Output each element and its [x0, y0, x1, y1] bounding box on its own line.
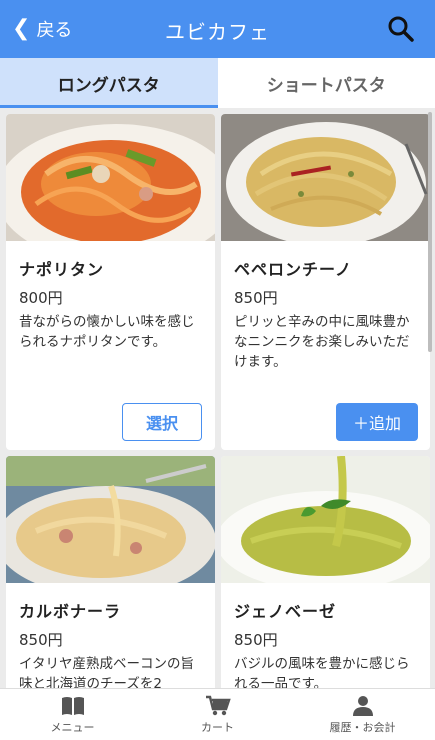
nav-menu[interactable]: メニュー — [0, 689, 145, 740]
top-bar: ❮ 戻る ユビカフェ — [0, 0, 435, 58]
nav-history-checkout[interactable]: 履歴・お会計 — [290, 689, 435, 740]
nav-cart[interactable]: カート — [145, 689, 290, 740]
product-price: 850円 — [234, 289, 278, 307]
page-title: ユビカフェ — [165, 20, 270, 44]
book-icon — [61, 697, 84, 715]
carbonara-photo — [6, 456, 215, 583]
product-price: 800円 — [19, 289, 63, 307]
product-card-carbonara[interactable]: カルボナーラ 850円 イタリヤ産熟成ベーコンの旨味と北海道のチーズを2 — [6, 456, 215, 688]
genovese-photo — [221, 456, 430, 583]
product-name: ナポリタン — [19, 260, 105, 279]
napolitan-photo — [6, 114, 215, 241]
nav-label: メニュー — [50, 721, 95, 734]
tab-short-pasta[interactable]: ショートパスタ — [218, 58, 435, 108]
product-name: ペペロンチーノ — [234, 260, 353, 279]
product-description: ピリッと辛みの中に風味豊かなニンニクをお楽しみいただけます。 — [234, 314, 410, 370]
product-price: 850円 — [234, 631, 278, 649]
product-card-peperoncino[interactable]: ペペロンチーノ 850円 ピリッと辛みの中に風味豊かなニンニクをお楽しみいただけ… — [221, 114, 430, 450]
product-card-genovese[interactable]: ジェノベーゼ 850円 バジルの風味を豊かに感じられる一品です。 — [221, 456, 430, 688]
product-description: 昔ながらの懐かしい味を感じられるナポリタンです。 — [19, 314, 195, 350]
tab-long-pasta[interactable]: ロングパスタ — [0, 58, 218, 108]
category-tabs: ロングパスタ ショートパスタ — [0, 58, 435, 108]
product-price: 850円 — [19, 631, 63, 649]
search-icon[interactable] — [387, 15, 415, 43]
peperoncino-photo — [221, 114, 430, 241]
select-button[interactable]: 選択 — [122, 403, 202, 441]
product-description: バジルの風味を豊かに感じられる一品です。 — [234, 656, 410, 688]
nav-label: 履歴・お会計 — [329, 721, 396, 734]
product-description: イタリヤ産熟成ベーコンの旨味と北海道のチーズを2 — [19, 656, 194, 688]
product-card-napolitan[interactable]: ナポリタン 800円 昔ながらの懐かしい味を感じられるナポリタンです。 選択 — [6, 114, 215, 450]
product-name: カルボナーラ — [19, 602, 122, 621]
cart-icon — [205, 695, 231, 716]
product-grid: ナポリタン 800円 昔ながらの懐かしい味を感じられるナポリタンです。 選択 ペ… — [0, 108, 435, 688]
product-name: ジェノベーゼ — [234, 602, 337, 621]
add-button[interactable]: ＋追加 — [336, 403, 418, 441]
person-icon — [352, 696, 373, 716]
nav-label: カート — [201, 721, 234, 734]
scrollbar[interactable] — [428, 112, 432, 352]
bottom-nav: メニュー カート 履歴・お会計 — [0, 688, 435, 740]
